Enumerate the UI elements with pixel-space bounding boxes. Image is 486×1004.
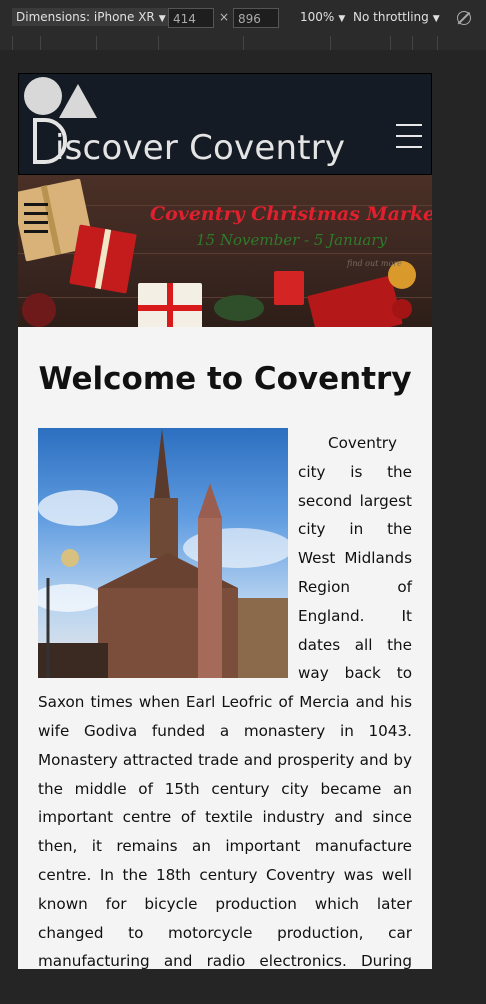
- throttling-select[interactable]: No throttling ▼: [353, 10, 440, 24]
- devtools-toolbar: Dimensions: iPhone XR ▼ 414 × 896 100% ▼ N…: [0, 0, 486, 37]
- rotate-disabled-icon[interactable]: [457, 11, 471, 25]
- caret-down-icon: ▼: [158, 14, 166, 24]
- zoom-select[interactable]: 100% ▼: [300, 10, 345, 24]
- ornament-image: [392, 299, 412, 319]
- dimensions-select[interactable]: Dimensions: iPhone XR ▼: [12, 8, 170, 26]
- banner-small-text: find out more: [347, 259, 402, 268]
- caret-down-icon: ▼: [432, 14, 440, 24]
- times-separator: ×: [219, 10, 230, 24]
- height-input[interactable]: 896: [233, 8, 279, 28]
- gift-box-image: [274, 271, 304, 305]
- menu-icon[interactable]: [396, 124, 422, 150]
- logo-circle-shape: [24, 77, 62, 115]
- banner-title: Coventry Christmas Market: [150, 203, 432, 225]
- intro-text-block: Coventry city is the second largest city…: [38, 429, 412, 969]
- device-viewport: iscover Coventry Coventry Christmas Mark…: [18, 73, 432, 969]
- christmas-market-banner[interactable]: Coventry Christmas Market 15 November - …: [18, 175, 432, 327]
- berries-image: [22, 293, 56, 327]
- zoom-label: 100%: [300, 10, 335, 24]
- site-logo-text[interactable]: iscover Coventry: [55, 128, 345, 168]
- pine-branch-image: [214, 295, 264, 321]
- caret-down-icon: ▼: [338, 14, 346, 24]
- gift-box-image: [307, 275, 403, 327]
- logo-triangle-shape: [59, 84, 97, 118]
- throttling-label: No throttling: [353, 10, 429, 24]
- page-title: Welcome to Coventry: [38, 361, 412, 397]
- menu-icon[interactable]: [24, 203, 48, 239]
- site-header: iscover Coventry: [18, 73, 432, 175]
- width-input[interactable]: 414: [168, 8, 214, 28]
- dimensions-label: Dimensions: iPhone XR: [16, 10, 155, 24]
- media-query-ruler[interactable]: [0, 36, 486, 50]
- banner-dates: 15 November - 5 January: [196, 231, 388, 249]
